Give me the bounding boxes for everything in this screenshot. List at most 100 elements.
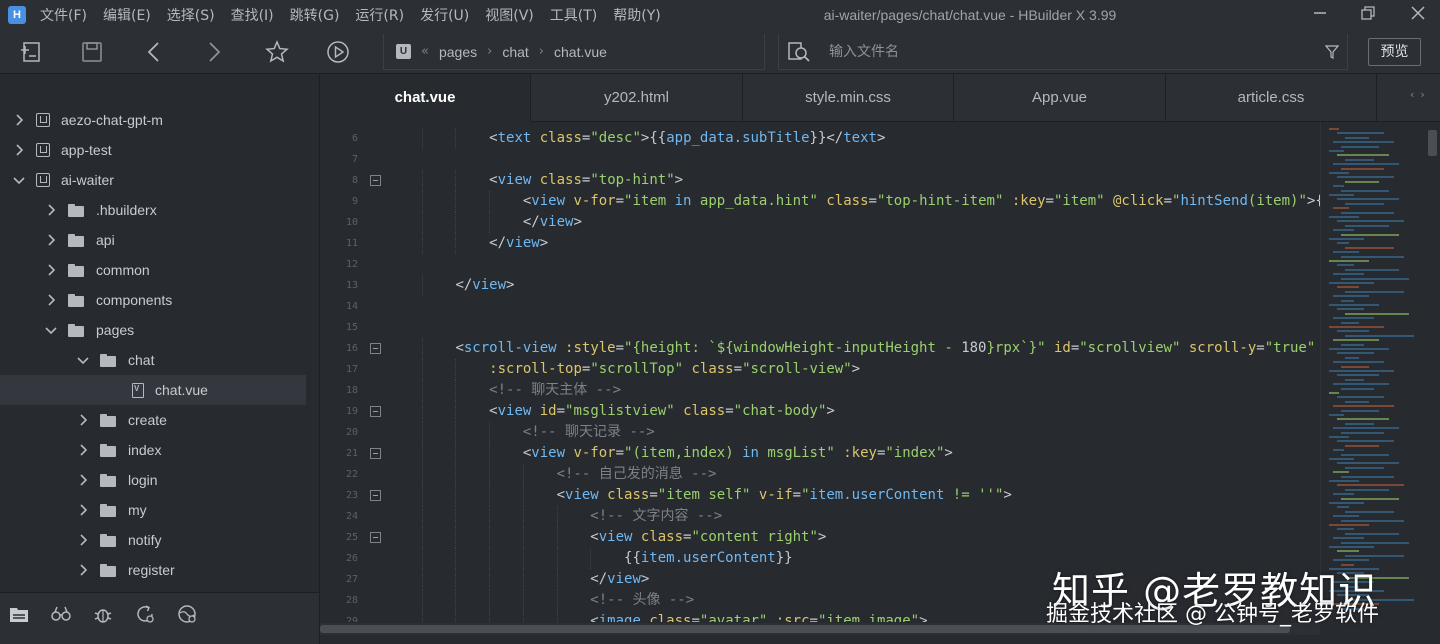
- code-token: id: [1053, 340, 1071, 356]
- minimap-line: [1333, 537, 1364, 540]
- minimap[interactable]: [1320, 122, 1426, 622]
- tree-item[interactable]: aezo-chat-gpt-m: [0, 105, 306, 135]
- minimap-line: [1329, 150, 1344, 152]
- fold-toggle-icon[interactable]: [370, 406, 381, 417]
- chevron-right-icon[interactable]: [76, 503, 90, 517]
- tree-item[interactable]: chat.vue: [0, 375, 306, 405]
- minimap-line: [1345, 510, 1394, 513]
- run-icon[interactable]: [324, 38, 352, 66]
- minimize-icon[interactable]: [1310, 5, 1330, 25]
- menu-item[interactable]: 帮助(Y): [613, 5, 660, 25]
- chevron-right-icon[interactable]: [12, 143, 26, 157]
- tree-item[interactable]: notify: [0, 525, 306, 555]
- tree-item[interactable]: create: [0, 405, 306, 435]
- code-token: =: [809, 613, 818, 622]
- project-manager-icon[interactable]: [8, 603, 30, 625]
- code-token: <: [556, 487, 566, 503]
- tree-item[interactable]: pages: [0, 315, 306, 345]
- tree-item[interactable]: login: [0, 465, 306, 495]
- file-search-input[interactable]: [829, 42, 1309, 62]
- chevron-right-icon[interactable]: [44, 233, 58, 247]
- chevron-right-icon[interactable]: [76, 443, 90, 457]
- code-text: <!-- 文字内容 -->: [388, 506, 722, 527]
- vertical-scrollbar[interactable]: [1428, 130, 1437, 156]
- restore-icon[interactable]: [1358, 5, 1378, 25]
- folder-icon: [100, 533, 116, 547]
- minimap-line: [1329, 282, 1374, 284]
- new-file-icon[interactable]: [17, 38, 45, 66]
- minimap-line: [1337, 550, 1359, 553]
- minimap-line: [1329, 238, 1364, 240]
- tree-item[interactable]: chat: [0, 345, 306, 375]
- chevron-down-icon[interactable]: [12, 173, 26, 187]
- tree-item[interactable]: register: [0, 555, 306, 585]
- chevron-down-icon[interactable]: [44, 323, 58, 337]
- chevron-right-icon[interactable]: [44, 293, 58, 307]
- tree-item[interactable]: api: [0, 225, 306, 255]
- tab-scroll-icon[interactable]: ‹›: [1410, 88, 1431, 101]
- breadcrumb-item-pages[interactable]: pages: [439, 44, 477, 60]
- code-token: >: [539, 235, 549, 251]
- debug-icon[interactable]: [92, 603, 114, 625]
- breadcrumb-collapse-icon[interactable]: «: [421, 44, 429, 59]
- preview-button[interactable]: 预览: [1368, 38, 1421, 66]
- code-editor[interactable]: 6 <text class="desc">{{app_data.subTitle…: [320, 122, 1320, 622]
- code-token: app_data.hint": [691, 193, 818, 209]
- fold-toggle-icon[interactable]: [370, 448, 381, 459]
- tree-item-label: register: [128, 562, 175, 578]
- chevron-right-icon[interactable]: [76, 533, 90, 547]
- chevron-right-icon[interactable]: [44, 263, 58, 277]
- filter-icon[interactable]: [1324, 44, 1340, 63]
- code-text: </view>: [388, 233, 548, 254]
- tab-chat-vue[interactable]: chat.vue: [320, 74, 531, 122]
- plugin-market-icon[interactable]: [50, 603, 72, 625]
- tab-article-css[interactable]: article.css: [1166, 74, 1377, 122]
- menu-item[interactable]: 编辑(E): [103, 5, 151, 25]
- tree-item[interactable]: common: [0, 255, 306, 285]
- star-icon[interactable]: [263, 38, 291, 66]
- menu-item[interactable]: 选择(S): [167, 5, 215, 25]
- forward-icon[interactable]: [200, 38, 228, 66]
- menu-item[interactable]: 文件(F): [40, 5, 87, 25]
- save-icon[interactable]: [78, 38, 106, 66]
- tree-item[interactable]: index: [0, 435, 306, 465]
- chevron-right-icon[interactable]: [12, 113, 26, 127]
- menu-item[interactable]: 运行(R): [355, 5, 404, 25]
- fold-toggle-icon[interactable]: [370, 175, 381, 186]
- back-icon[interactable]: [140, 38, 168, 66]
- tree-item[interactable]: components: [0, 285, 306, 315]
- menu-item[interactable]: 视图(V): [485, 5, 534, 25]
- tree-item[interactable]: .hbuilderx: [0, 195, 306, 225]
- minimap-line: [1333, 185, 1344, 188]
- breadcrumb-item-file[interactable]: chat.vue: [554, 44, 607, 60]
- minimap-line: [1329, 502, 1364, 504]
- source-control-icon[interactable]: [134, 603, 156, 625]
- menu-item[interactable]: 跳转(G): [290, 5, 340, 25]
- code-line: 15: [320, 317, 1320, 338]
- code-line: 17 :scroll-top="scrollTop" class="scroll…: [320, 359, 1320, 380]
- breadcrumb-item-chat[interactable]: chat: [502, 44, 528, 60]
- chevron-down-icon[interactable]: [76, 353, 90, 367]
- chevron-right-icon[interactable]: [76, 473, 90, 487]
- chevron-right-icon[interactable]: [76, 563, 90, 577]
- cloud-functions-icon[interactable]: [176, 603, 198, 625]
- fold-toggle-icon[interactable]: [370, 343, 381, 354]
- code-line: 19 <view id="msglistview" class="chat-bo…: [320, 401, 1320, 422]
- menu-item[interactable]: 发行(U): [420, 5, 469, 25]
- menu-item[interactable]: 工具(T): [550, 5, 597, 25]
- chevron-right-icon[interactable]: [44, 203, 58, 217]
- chevron-right-icon[interactable]: [76, 413, 90, 427]
- fold-toggle-icon[interactable]: [370, 490, 381, 501]
- fold-toggle-icon[interactable]: [370, 532, 381, 543]
- tab-y202-html[interactable]: y202.html: [532, 74, 743, 122]
- close-icon[interactable]: [1408, 5, 1428, 25]
- menu-item[interactable]: 查找(I): [231, 5, 274, 25]
- minimap-line: [1329, 348, 1389, 350]
- tree-item[interactable]: ai-waiter: [0, 165, 306, 195]
- minimap-line: [1337, 242, 1349, 245]
- code-token: class: [649, 613, 692, 622]
- tree-item[interactable]: my: [0, 495, 306, 525]
- tree-item[interactable]: app-test: [0, 135, 306, 165]
- tab-app-vue[interactable]: App.vue: [955, 74, 1166, 122]
- tab-style-min-css[interactable]: style.min.css: [743, 74, 954, 122]
